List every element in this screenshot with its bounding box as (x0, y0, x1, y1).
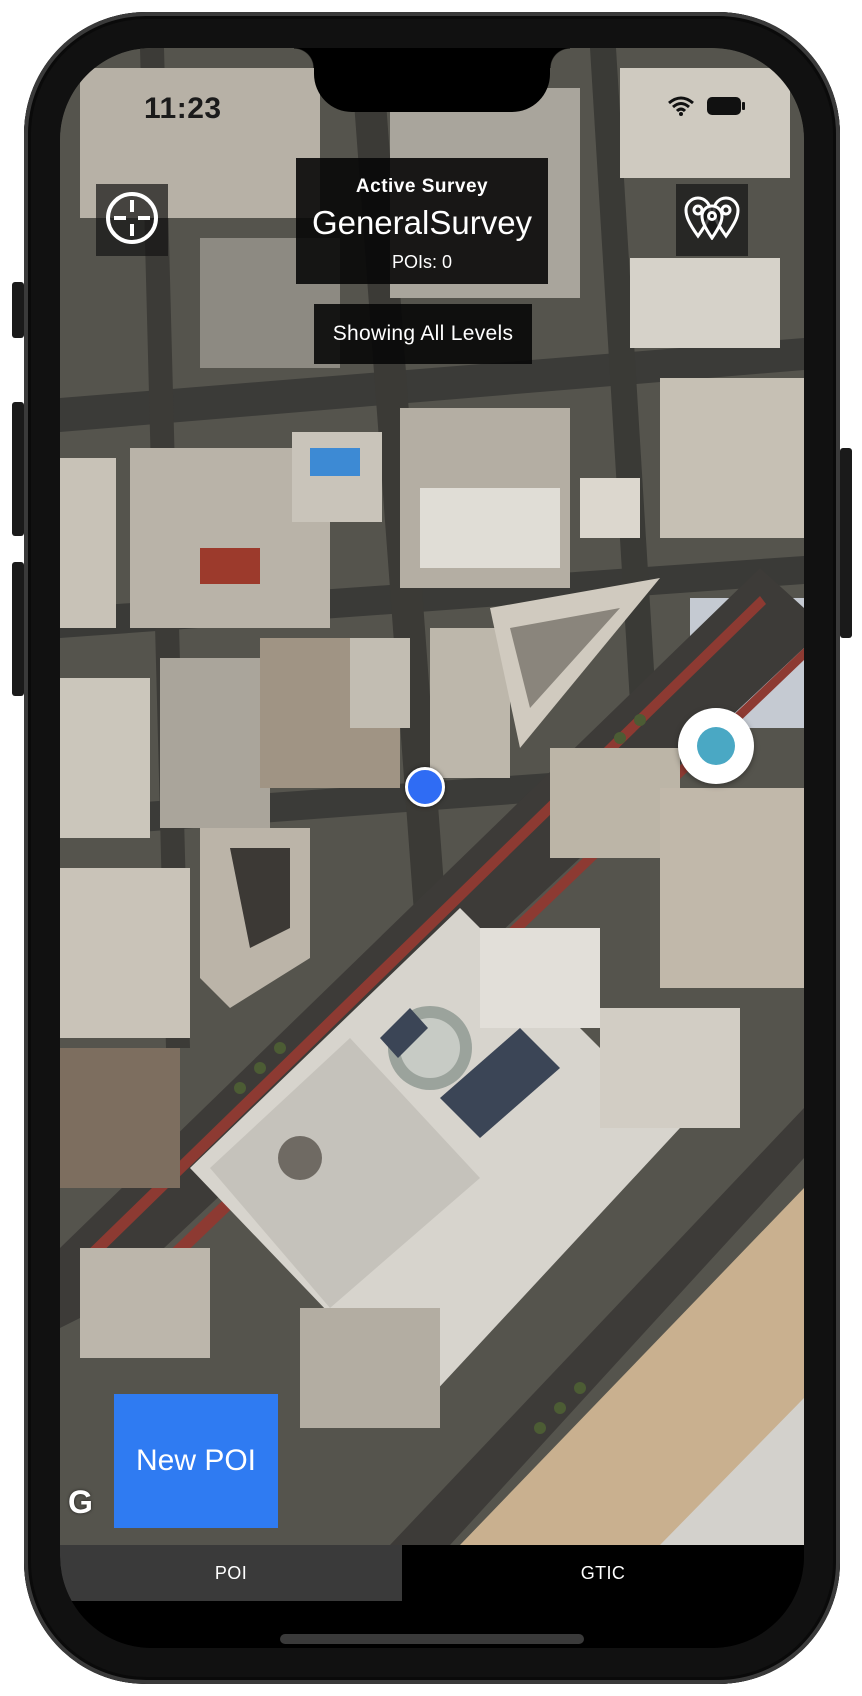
battery-icon (706, 96, 746, 121)
current-location-dot (405, 767, 445, 807)
crosshair-icon (104, 190, 160, 251)
tab-bar: POI GTIC (60, 1545, 804, 1648)
survey-heading: Active Survey (355, 176, 489, 197)
map-attribution-logo: G (68, 1484, 93, 1520)
power-button (840, 448, 852, 638)
status-time: 11:23 (144, 92, 222, 125)
status-icons (668, 96, 746, 121)
map-pins-icon (684, 196, 740, 245)
screen: 11:23 Active Survey GeneralSurvey POIs: … (60, 48, 804, 1648)
levels-indicator[interactable]: Showing All Levels (314, 304, 532, 364)
tab-gtic[interactable]: GTIC (402, 1545, 804, 1601)
new-poi-button[interactable]: New POI (114, 1394, 278, 1528)
poi-count: POIs: 0 (391, 252, 453, 272)
volume-down-button (12, 562, 24, 696)
wifi-icon (668, 96, 694, 121)
volume-up-button (12, 402, 24, 536)
silent-switch (12, 282, 24, 338)
poi-marker-core (697, 727, 735, 765)
device-frame: 11:23 Active Survey GeneralSurvey POIs: … (24, 12, 840, 1684)
active-survey-panel[interactable]: Active Survey GeneralSurvey POIs: 0 (296, 158, 548, 284)
tab-poi[interactable]: POI (60, 1545, 402, 1601)
home-indicator[interactable] (280, 1634, 584, 1644)
poi-marker[interactable] (678, 708, 754, 784)
survey-name: GeneralSurvey (311, 204, 533, 241)
pois-button[interactable] (676, 184, 748, 256)
locate-button[interactable] (96, 184, 168, 256)
notch (294, 48, 570, 112)
